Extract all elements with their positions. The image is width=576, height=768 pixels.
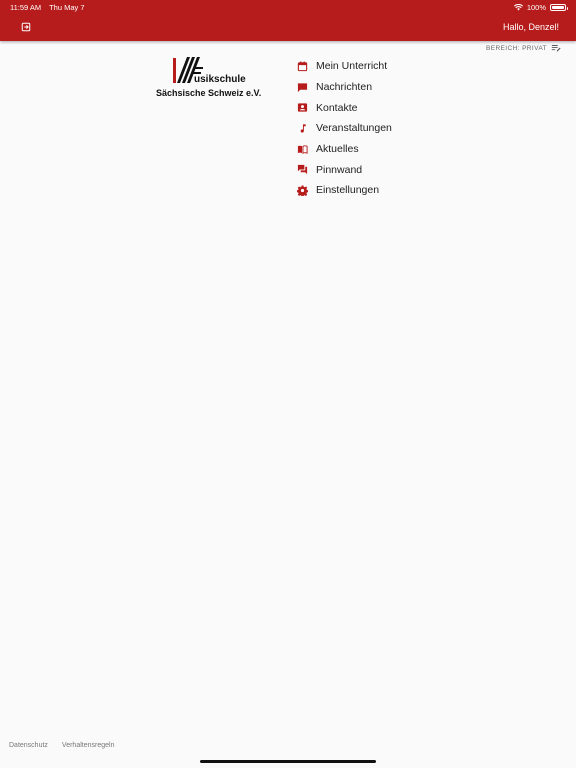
battery-percent: 100%	[526, 3, 546, 12]
music-note-icon	[296, 122, 308, 134]
menu-label: Einstellungen	[316, 184, 380, 197]
menu-item-veranstaltungen[interactable]: Veranstaltungen	[296, 118, 496, 139]
message-icon	[296, 81, 308, 93]
footer-links: Datenschutz Verhaltensregeln	[9, 742, 114, 749]
bereich-switch[interactable]: BEREICH: PRIVAT	[486, 44, 561, 52]
logo-line1: usikschule	[194, 74, 246, 85]
status-time: 11:59 AM	[10, 3, 42, 12]
menu-item-mein-unterricht[interactable]: Mein Unterricht	[296, 56, 496, 77]
calendar-icon	[296, 60, 308, 72]
bereich-label: BEREICH: PRIVAT	[485, 44, 547, 52]
main-menu: Mein Unterricht Nachrichten Kontakte Ver…	[296, 56, 496, 201]
gear-icon	[296, 184, 308, 196]
logout-button[interactable]	[19, 20, 33, 34]
logout-icon	[21, 22, 31, 32]
menu-item-kontakte[interactable]: Kontakte	[296, 97, 496, 118]
forum-icon	[296, 164, 308, 176]
status-date: Thu May 7	[49, 3, 85, 12]
menu-item-aktuelles[interactable]: Aktuelles	[296, 139, 496, 160]
app-header: 11:59 AM Thu May 7 100% Hallo, Denzel!	[0, 0, 576, 41]
home-indicator	[200, 760, 376, 763]
menu-item-einstellungen[interactable]: Einstellungen	[296, 180, 496, 201]
menu-item-nachrichten[interactable]: Nachrichten	[296, 77, 496, 98]
menu-label: Mein Unterricht	[316, 60, 388, 73]
wifi-icon	[513, 4, 523, 11]
contact-card-icon	[296, 102, 308, 114]
menu-item-pinnwand[interactable]: Pinnwand	[296, 159, 496, 180]
battery-icon	[550, 4, 568, 11]
logo-line2: Sächsische Schweiz e.V.	[156, 88, 262, 98]
menu-label: Veranstaltungen	[316, 122, 392, 135]
menu-label: Aktuelles	[316, 143, 359, 156]
greeting-text: Hallo, Denzel!	[502, 22, 559, 32]
menu-label: Kontakte	[316, 101, 358, 114]
status-bar: 11:59 AM Thu May 7 100%	[0, 0, 576, 14]
privacy-link[interactable]: Datenschutz	[9, 742, 48, 749]
musikschule-logo: usikschule Sächsische Schweiz e.V.	[154, 55, 270, 101]
rules-link[interactable]: Verhaltensregeln	[62, 742, 115, 749]
list-edit-icon	[551, 45, 561, 52]
menu-label: Nachrichten	[316, 81, 373, 94]
book-open-icon	[296, 143, 308, 155]
menu-label: Pinnwand	[316, 163, 363, 176]
